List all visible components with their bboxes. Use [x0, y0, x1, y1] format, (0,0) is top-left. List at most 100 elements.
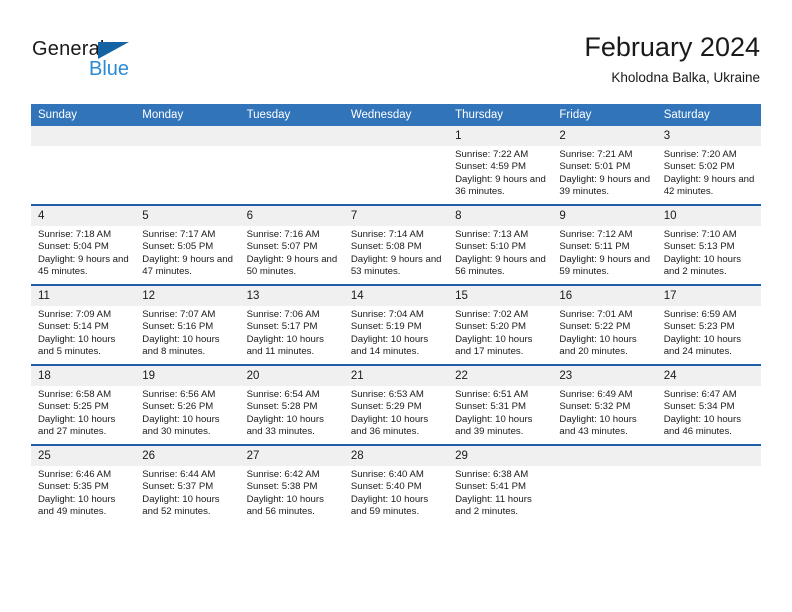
- calendar-header-row: Sunday Monday Tuesday Wednesday Thursday Frid…: [31, 104, 761, 126]
- calendar-day-cell[interactable]: 17 Sunrise: 6:59 AM Sunset: 5:23 PM Dayligh…: [656, 284, 761, 365]
- weekday-header-sunday: Sunday: [31, 104, 136, 126]
- calendar-day-cell[interactable]: 15 Sunrise: 7:02 AM Sunset: 5:20 PM Dayligh…: [448, 284, 553, 365]
- calendar-day-cell[interactable]: 19 Sunrise: 6:56 AM Sunset: 5:26 PM Dayligh…: [135, 364, 240, 445]
- calendar-day-cell[interactable]: 26 Sunrise: 6:44 AM Sunset: 5:37 PM Dayligh…: [135, 444, 240, 524]
- sunset-text: Sunset: 5:10 PM: [455, 241, 527, 253]
- calendar-day-cell[interactable]: 29 Sunrise: 6:38 AM Sunset: 5:41 PM Dayligh…: [448, 444, 553, 524]
- daylight-text: Daylight: 9 hours and 56 minutes.: [455, 253, 546, 278]
- day-details: Sunrise: 6:47 AM Sunset: 5:34 PM Daylight:…: [657, 386, 761, 439]
- day-number: 2: [552, 126, 657, 146]
- calendar-day-cell[interactable]: 16 Sunrise: 7:01 AM Sunset: 5:22 PM Dayligh…: [552, 284, 657, 365]
- sunrise-text: Sunrise: 7:14 AM: [350, 229, 424, 240]
- daylight-text: Daylight: 9 hours and 36 minutes.: [455, 173, 546, 198]
- calendar-day-cell[interactable]: 25 Sunrise: 6:46 AM Sunset: 5:35 PM Dayligh…: [31, 444, 136, 524]
- calendar-day-cell[interactable]: 8 Sunrise: 7:13 AM Sunset: 5:10 PM Daylight…: [448, 204, 553, 285]
- sunrise-text: Sunrise: 6:53 AM: [350, 389, 424, 400]
- sunset-text: Sunset: 5:04 PM: [38, 241, 109, 253]
- day-details: Sunrise: 6:42 AM Sunset: 5:38 PM Daylight:…: [240, 466, 344, 519]
- logo-triangle-icon: [98, 42, 129, 59]
- calendar-day-cell[interactable]: 12 Sunrise: 7:07 AM Sunset: 5:16 PM Dayligh…: [135, 284, 240, 365]
- calendar-day-cell[interactable]: 22 Sunrise: 6:51 AM Sunset: 5:31 PM Dayligh…: [448, 364, 553, 445]
- daylight-text: Daylight: 10 hours and 24 minutes.: [663, 333, 742, 358]
- day-number: 17: [656, 286, 761, 306]
- sunrise-text: Sunrise: 7:22 AM: [455, 149, 529, 160]
- calendar-day-cell[interactable]: 2 Sunrise: 7:21 AM Sunset: 5:01 PM Daylight…: [552, 126, 657, 205]
- daylight-text: Daylight: 10 hours and 20 minutes.: [559, 333, 637, 358]
- page-title: February 2024: [584, 32, 760, 62]
- calendar-day-cell[interactable]: 3 Sunrise: 7:20 AM Sunset: 5:02 PM Daylight…: [656, 126, 761, 205]
- day-details: Sunrise: 7:16 AM Sunset: 5:07 PM Daylight:…: [240, 226, 344, 279]
- day-number: 11: [31, 286, 136, 306]
- calendar-day-cell[interactable]: 6 Sunrise: 7:16 AM Sunset: 5:07 PM Daylight…: [239, 204, 344, 285]
- calendar-day-cell[interactable]: 5 Sunrise: 7:17 AM Sunset: 5:05 PM Daylight…: [135, 204, 240, 285]
- day-number: [656, 446, 761, 466]
- sunrise-text: Sunrise: 7:01 AM: [559, 309, 633, 320]
- sunset-text: Sunset: 5:37 PM: [142, 481, 214, 493]
- day-details: Sunrise: 7:12 AM Sunset: 5:11 PM Daylight:…: [552, 226, 656, 279]
- daylight-text: Daylight: 9 hours and 47 minutes.: [142, 253, 233, 278]
- day-number: 15: [448, 286, 553, 306]
- day-number: 14: [343, 286, 449, 306]
- calendar-day-cell[interactable]: 7 Sunrise: 7:14 AM Sunset: 5:08 PM Daylight…: [343, 204, 449, 285]
- calendar-day-cell[interactable]: 23 Sunrise: 6:49 AM Sunset: 5:32 PM Dayligh…: [552, 364, 657, 445]
- calendar-week-row: 11 Sunrise: 7:09 AM Sunset: 5:14 PM Dayligh…: [31, 284, 761, 365]
- sunrise-text: Sunrise: 6:47 AM: [663, 389, 737, 400]
- sunset-text: Sunset: 5:07 PM: [246, 241, 318, 253]
- calendar-day-cell[interactable]: 4 Sunrise: 7:18 AM Sunset: 5:04 PM Daylight…: [31, 204, 136, 285]
- sunrise-text: Sunrise: 7:09 AM: [38, 309, 112, 320]
- calendar-day-cell-empty: [343, 126, 449, 205]
- day-details: Sunrise: 7:07 AM Sunset: 5:16 PM Daylight:…: [135, 306, 239, 359]
- calendar-day-cell[interactable]: 20 Sunrise: 6:54 AM Sunset: 5:28 PM Dayligh…: [239, 364, 344, 445]
- calendar-week-row: 4 Sunrise: 7:18 AM Sunset: 5:04 PM Daylight…: [31, 204, 761, 285]
- sunset-text: Sunset: 5:34 PM: [663, 401, 735, 413]
- sunset-text: Sunset: 5:23 PM: [663, 321, 735, 333]
- calendar-day-cell[interactable]: 11 Sunrise: 7:09 AM Sunset: 5:14 PM Dayligh…: [31, 284, 136, 365]
- calendar-day-cell-empty: [552, 444, 657, 524]
- calendar-day-cell[interactable]: 14 Sunrise: 7:04 AM Sunset: 5:19 PM Dayligh…: [343, 284, 449, 365]
- calendar-day-cell[interactable]: 13 Sunrise: 7:06 AM Sunset: 5:17 PM Dayligh…: [239, 284, 344, 365]
- sunrise-text: Sunrise: 7:07 AM: [142, 309, 216, 320]
- calendar-day-cell[interactable]: 24 Sunrise: 6:47 AM Sunset: 5:34 PM Dayligh…: [656, 364, 761, 445]
- calendar-day-cell[interactable]: 27 Sunrise: 6:42 AM Sunset: 5:38 PM Dayligh…: [239, 444, 344, 524]
- sunset-text: Sunset: 5:26 PM: [142, 401, 214, 413]
- sunrise-text: Sunrise: 6:54 AM: [246, 389, 320, 400]
- sunset-text: Sunset: 5:25 PM: [38, 401, 109, 413]
- sunset-text: Sunset: 5:38 PM: [246, 481, 318, 493]
- sunrise-text: Sunrise: 6:51 AM: [455, 389, 529, 400]
- daylight-text: Daylight: 10 hours and 5 minutes.: [38, 333, 116, 358]
- calendar-day-cell[interactable]: 18 Sunrise: 6:58 AM Sunset: 5:25 PM Dayligh…: [31, 364, 136, 445]
- day-number: 25: [31, 446, 136, 466]
- day-number: 16: [552, 286, 657, 306]
- daylight-text: Daylight: 10 hours and 39 minutes.: [455, 413, 533, 438]
- calendar-day-cell[interactable]: 9 Sunrise: 7:12 AM Sunset: 5:11 PM Daylight…: [552, 204, 657, 285]
- sunrise-text: Sunrise: 7:02 AM: [455, 309, 529, 320]
- day-number: 26: [135, 446, 240, 466]
- calendar-day-cell[interactable]: 10 Sunrise: 7:10 AM Sunset: 5:13 PM Dayligh…: [656, 204, 761, 285]
- weekday-header-thursday: Thursday: [448, 104, 553, 126]
- day-details: Sunrise: 6:46 AM Sunset: 5:35 PM Daylight:…: [31, 466, 135, 519]
- title-block: February 2024 Kholodna Balka, Ukraine: [584, 32, 760, 85]
- day-number: 24: [656, 366, 761, 386]
- sunset-text: Sunset: 5:01 PM: [559, 161, 631, 173]
- sunrise-text: Sunrise: 7:06 AM: [246, 309, 320, 320]
- sunrise-text: Sunrise: 7:12 AM: [559, 229, 633, 240]
- daylight-text: Daylight: 10 hours and 46 minutes.: [663, 413, 742, 438]
- daylight-text: Daylight: 9 hours and 53 minutes.: [350, 253, 442, 278]
- calendar-day-cell[interactable]: 21 Sunrise: 6:53 AM Sunset: 5:29 PM Dayligh…: [343, 364, 449, 445]
- calendar-day-cell[interactable]: 28 Sunrise: 6:40 AM Sunset: 5:40 PM Dayligh…: [343, 444, 449, 524]
- sunset-text: Sunset: 5:14 PM: [38, 321, 109, 333]
- day-number: [239, 126, 344, 146]
- day-details: Sunrise: 7:06 AM Sunset: 5:17 PM Daylight:…: [240, 306, 344, 359]
- day-details: Sunrise: 6:51 AM Sunset: 5:31 PM Daylight:…: [448, 386, 552, 439]
- sunrise-text: Sunrise: 6:38 AM: [455, 469, 529, 480]
- day-number: [135, 126, 240, 146]
- day-number: 27: [239, 446, 344, 466]
- calendar-day-cell[interactable]: 1 Sunrise: 7:22 AM Sunset: 4:59 PM Daylight…: [448, 126, 553, 205]
- sunrise-text: Sunrise: 6:59 AM: [663, 309, 737, 320]
- daylight-text: Daylight: 10 hours and 2 minutes.: [663, 253, 742, 278]
- day-details: Sunrise: 7:10 AM Sunset: 5:13 PM Daylight:…: [657, 226, 761, 279]
- sunset-text: Sunset: 5:41 PM: [455, 481, 527, 493]
- daylight-text: Daylight: 11 hours and 2 minutes.: [455, 493, 532, 518]
- daylight-text: Daylight: 9 hours and 39 minutes.: [559, 173, 651, 198]
- sunrise-text: Sunrise: 7:04 AM: [350, 309, 424, 320]
